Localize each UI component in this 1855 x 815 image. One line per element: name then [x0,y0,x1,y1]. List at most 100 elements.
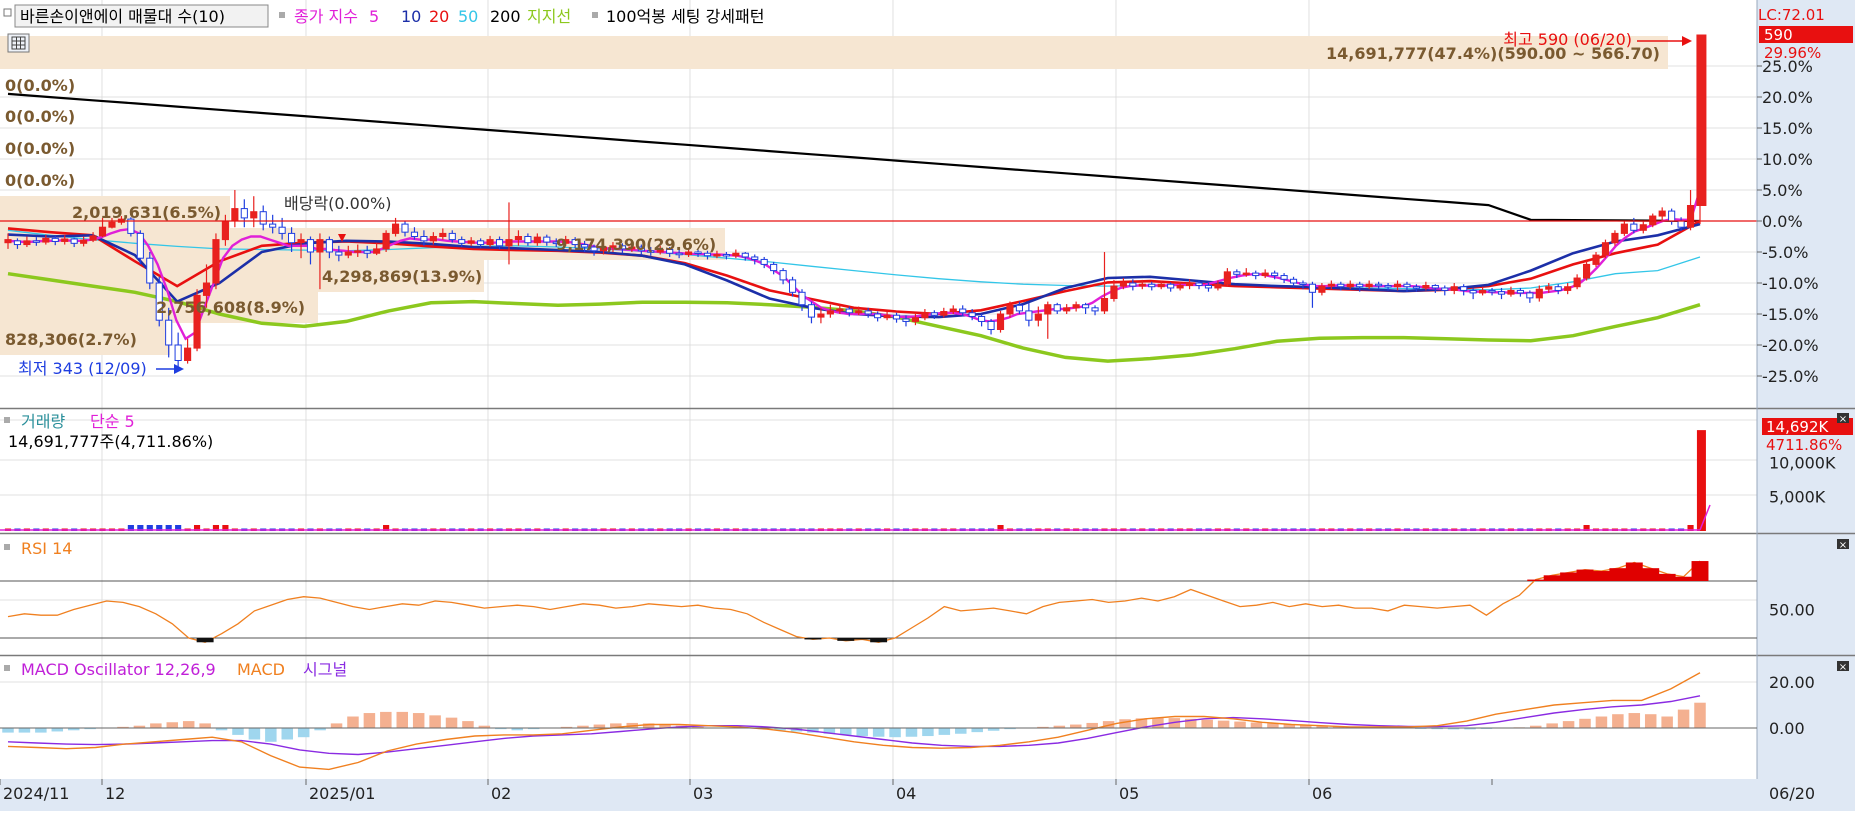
macd-oscillator-bar [1251,722,1262,728]
candle-body [1196,283,1202,285]
candle-body [1546,287,1552,289]
legend-ma20[interactable]: 20 [429,7,449,26]
candle-body [1376,284,1382,286]
volume-summary: 14,691,777주(4,711.86%) [8,432,213,451]
candle-body [232,209,238,221]
price-axis-label: 15.0% [1762,119,1813,138]
candle-body [1262,273,1268,275]
candle-body [1669,211,1675,221]
legend-ma10[interactable]: 10 [401,7,421,26]
candle-body [997,314,1003,330]
close-icon[interactable]: × [1837,661,1849,673]
candle-body [5,240,11,243]
candle-body [1555,287,1561,291]
price-axis-label: 10.0% [1762,150,1813,169]
macd-oscillator-bar [1694,703,1705,728]
candle-body [1073,305,1079,308]
legend-pattern[interactable]: 100억봉 세팅 강세패턴 [606,7,764,26]
candle-body [166,320,172,345]
candle-body [137,233,143,258]
candle-body [1243,273,1249,275]
candle-body [1404,284,1410,286]
candle-body [1357,284,1363,286]
macd-oscillator-bar [1661,717,1672,729]
candle-body [1290,279,1296,283]
candle-body [506,240,512,246]
macd-oscillator-bar [19,728,30,733]
candle-body [1678,221,1684,227]
candle-body [1130,283,1136,286]
candle-body [1432,285,1438,287]
price-axis-label: 20.0% [1762,88,1813,107]
candle-body [326,240,332,252]
stock-chart-window: 25.0%20.0%15.0%10.0%5.0%0.0%-5.0%-10.0%-… [0,0,1855,811]
candle-body [468,241,474,243]
candle-body [1186,283,1192,285]
rsi-oversold-fill [804,638,821,639]
macd-oscillator-bar [282,728,293,740]
volume-title[interactable]: 거래량 [21,412,65,431]
macd-title[interactable]: MACD Oscillator 12,26,9 [21,660,216,679]
lc-label: LC:72.01 [1758,6,1825,24]
candle-body [846,309,852,313]
macd-oscillator-bar [397,712,408,728]
close-icon[interactable]: × [1837,413,1849,425]
candle-body [1309,284,1315,292]
macd-oscillator-bar [35,728,46,733]
candle-body [1168,284,1174,288]
candle-body [251,212,257,218]
vp-label: 828,306(2.7%) [5,330,137,349]
macd-oscillator-bar [462,721,473,728]
legend-marker-icon [4,417,10,423]
candle-body [1640,225,1646,231]
candle-body [818,314,824,317]
date-tick-label: 05 [1119,784,1139,803]
macd-oscillator-bar [167,722,178,728]
macd-oscillator-bar [298,728,309,737]
candle-body [1045,305,1051,314]
macd-oscillator-bar [1645,714,1656,728]
price-axis-label: -15.0% [1762,305,1819,324]
legend-ma200[interactable]: 200 [490,7,521,26]
macd-oscillator-bar [232,728,243,735]
macd-oscillator-bar [1234,722,1245,728]
candle-body [345,252,351,255]
candle-body [1177,285,1183,287]
candle-body [241,209,247,218]
macd-oscillator-bar [873,728,884,737]
candle-body [1413,287,1419,289]
candle-body [1272,273,1278,275]
rsi-title[interactable]: RSI 14 [21,539,72,558]
low-marker-label: 최저 343 (12/09) [18,359,147,378]
chart-svg: 25.0%20.0%15.0%10.0%5.0%0.0%-5.0%-10.0%-… [0,0,1855,811]
candle-body [1300,283,1306,285]
legend-price-label[interactable]: 종가 지수 [294,7,358,26]
rsi-overbought-fill [1659,574,1676,581]
volume-badge-pct: 4711.86% [1766,436,1842,454]
candle-body [1366,284,1372,286]
candle-body [260,212,266,224]
close-icon[interactable]: × [1837,539,1849,551]
price-axis-label: -5.0% [1762,243,1808,262]
candle-body [1234,272,1240,274]
macd-oscillator-bar [52,728,63,731]
candle-body [1394,284,1400,286]
candle-body [544,237,550,242]
volume-ma-label[interactable]: 단순 5 [90,412,135,431]
candle-body [1054,305,1060,311]
legend-support[interactable]: 지지선 [527,7,571,26]
signal-label[interactable]: 시그널 [303,660,347,679]
candle-body [875,314,881,318]
stock-title[interactable]: 바른손이앤에이 매물대 수(10) [20,7,225,26]
legend-marker-icon [279,12,285,18]
volume-bar [1697,430,1706,531]
macd-label[interactable]: MACD [237,660,285,679]
legend-ma5[interactable]: 5 [369,7,379,26]
candle-body [1319,286,1325,292]
candle-body [364,251,370,253]
legend-ma50[interactable]: 50 [458,7,478,26]
candle-body [478,241,484,245]
candle-body [1423,285,1429,287]
vp-label: 0(0.0%) [5,107,75,126]
candle-body [733,253,739,255]
